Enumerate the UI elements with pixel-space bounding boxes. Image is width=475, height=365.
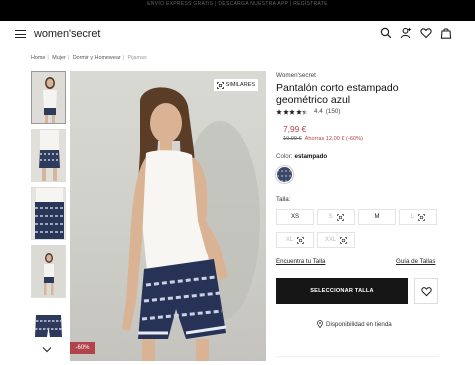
size-option-xl[interactable]: XL bbox=[276, 232, 314, 248]
color-label: Color: bbox=[276, 153, 293, 160]
product-rating[interactable]: 4.4 (150) bbox=[276, 108, 340, 115]
site-header: women'secret bbox=[0, 21, 475, 47]
breadcrumb-mujer[interactable]: Mujer bbox=[52, 55, 65, 61]
product-title-line1: Pantalón corto estampado bbox=[276, 82, 399, 94]
size-label-m: M bbox=[374, 214, 380, 220]
store-availability-label: Disponibilidad en tienda bbox=[326, 320, 392, 328]
size-option-s[interactable]: S bbox=[317, 209, 355, 225]
color-swatch-estampado[interactable] bbox=[276, 166, 293, 183]
size-label: Talla: bbox=[276, 196, 291, 203]
size-option-xxl[interactable]: XXL bbox=[317, 232, 355, 248]
product-main-image[interactable]: SIMILARES bbox=[70, 71, 266, 361]
model-illustration bbox=[122, 87, 260, 361]
heart-icon[interactable] bbox=[420, 27, 432, 39]
star-icon bbox=[282, 108, 289, 115]
star-icon bbox=[276, 108, 282, 115]
breadcrumb: Home | Mujer | Dormir y Homewear | Pijamas bbox=[31, 55, 147, 61]
brand-logo[interactable]: women'secret bbox=[34, 28, 100, 40]
star-icon bbox=[295, 108, 302, 115]
search-icon[interactable] bbox=[380, 27, 392, 39]
size-label-l: L bbox=[410, 214, 415, 220]
heart-icon bbox=[420, 286, 432, 296]
similares-button[interactable]: SIMILARES bbox=[213, 79, 258, 91]
thumbnail-4[interactable] bbox=[31, 245, 66, 298]
size-guide-link[interactable]: Guía de Tallas bbox=[396, 258, 435, 265]
thumbnail-3[interactable] bbox=[31, 187, 66, 240]
size-label-xxl: XXL bbox=[324, 237, 337, 243]
thumbnail-1[interactable] bbox=[31, 71, 66, 124]
size-option-l[interactable]: L bbox=[399, 209, 437, 225]
color-row: Color: estampado bbox=[276, 153, 327, 160]
discount-badge: -60% bbox=[70, 342, 95, 354]
savings-text: Ahorras 12,00 € (-60%) bbox=[304, 136, 363, 142]
size-option-xs[interactable]: XS bbox=[276, 209, 314, 225]
user-icon[interactable] bbox=[400, 27, 412, 39]
location-pin-icon bbox=[317, 320, 323, 328]
find-size-link[interactable]: Encuentra tu Talla bbox=[276, 258, 325, 265]
star-icon bbox=[289, 108, 295, 115]
size-label-xs: XS bbox=[290, 214, 299, 220]
similar-scan-icon bbox=[297, 236, 305, 244]
bag-icon[interactable] bbox=[440, 27, 452, 39]
size-option-m[interactable]: M bbox=[358, 209, 396, 225]
similar-scan-icon bbox=[216, 81, 224, 89]
thumbnail-5[interactable] bbox=[31, 305, 66, 343]
divider bbox=[276, 356, 438, 357]
similar-scan-icon bbox=[336, 213, 344, 221]
product-title-line2: geométrico azul bbox=[276, 94, 351, 106]
similar-scan-icon bbox=[418, 213, 426, 221]
color-value: estampado bbox=[294, 153, 328, 160]
price-old: 19,99 € bbox=[283, 136, 302, 142]
breadcrumb-home[interactable]: Home bbox=[31, 55, 45, 61]
store-availability-link[interactable]: Disponibilidad en tienda bbox=[317, 320, 392, 328]
price-old-row: 19,99 € Ahorras 12,00 € (-60%) bbox=[283, 136, 363, 142]
breadcrumb-dormir[interactable]: Dormir y Homewear bbox=[73, 55, 121, 61]
menu-icon[interactable] bbox=[15, 30, 26, 39]
chevron-down-icon bbox=[42, 346, 52, 352]
size-label-xl: XL bbox=[285, 237, 294, 243]
promo-bar: ENVÍO EXPRESS GRATIS | DESCARGA NUESTRA … bbox=[0, 0, 475, 21]
gallery-scroll-down-button[interactable] bbox=[38, 342, 56, 356]
add-to-wishlist-button[interactable] bbox=[414, 278, 438, 304]
rating-value: 4.4 bbox=[314, 108, 323, 115]
promo-text: ENVÍO EXPRESS GRATIS | DESCARGA NUESTRA … bbox=[147, 1, 328, 7]
size-label-s: S bbox=[328, 214, 333, 220]
select-size-button[interactable]: SELECCIONAR TALLA bbox=[276, 278, 408, 304]
similar-scan-icon bbox=[340, 236, 348, 244]
star-half-icon bbox=[302, 108, 308, 115]
product-brand: Women'secret bbox=[276, 72, 316, 79]
rating-count: (150) bbox=[325, 108, 341, 115]
thumbnail-2[interactable] bbox=[31, 129, 66, 182]
rating-stars bbox=[276, 108, 308, 115]
price-now: 7,99 € bbox=[283, 124, 307, 134]
breadcrumb-current: Pijamas bbox=[127, 55, 147, 61]
similares-label: SIMILARES bbox=[225, 82, 255, 88]
